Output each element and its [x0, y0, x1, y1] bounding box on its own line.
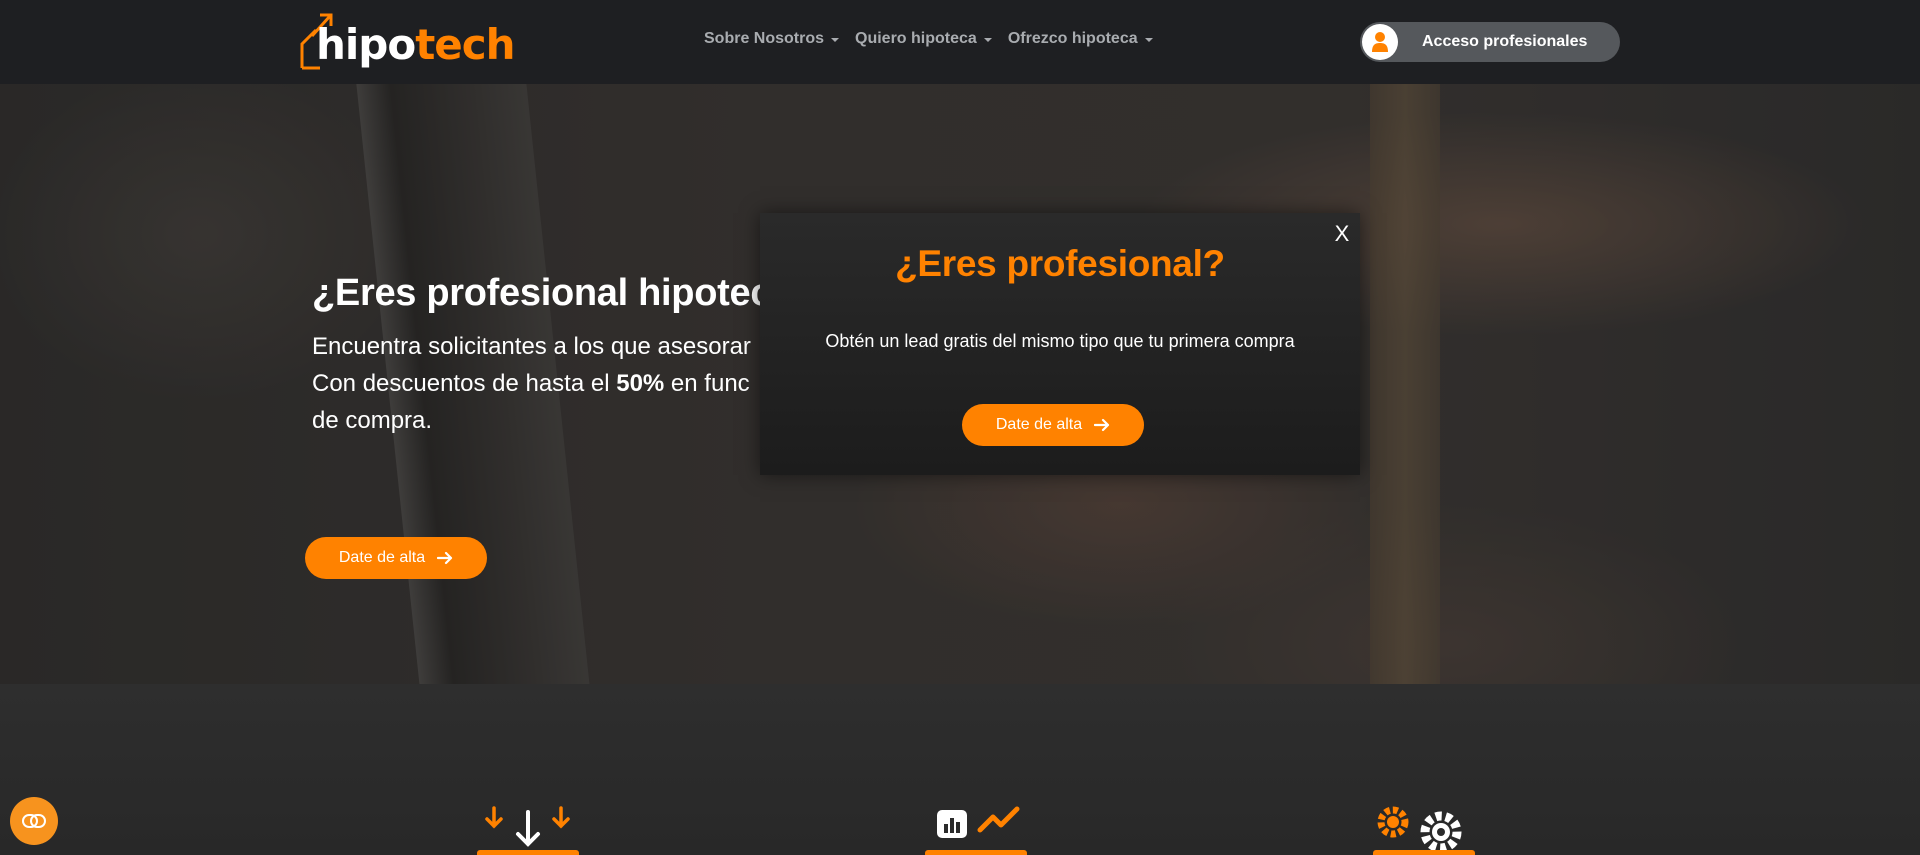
caret-down-icon [983, 37, 992, 42]
caret-down-icon [831, 37, 840, 42]
download-arrows-icon [485, 806, 570, 847]
hero-title: ¿Eres profesional hipotec [312, 272, 772, 314]
logo-text: hipotech [316, 20, 516, 69]
arrow-right-icon [437, 551, 453, 565]
nav-sobre-nosotros[interactable]: Sobre Nosotros [704, 30, 840, 48]
modal-date-de-alta-button[interactable]: Date de alta [962, 404, 1144, 446]
feature-download [477, 804, 579, 855]
feature-chart [925, 804, 1027, 855]
acceso-profesionales-label: Acceso profesionales [1422, 33, 1588, 50]
feature-gears [1373, 804, 1475, 855]
nav-quiero-hipoteca[interactable]: Quiero hipoteca [855, 30, 992, 48]
modal-title: ¿Eres profesional? [895, 243, 1225, 284]
modal-button-label: Date de alta [995, 416, 1083, 433]
logo-hipo: hipo [316, 20, 416, 69]
nav-ofrezco-hipoteca-label: Ofrezco hipoteca [1007, 30, 1138, 47]
feature-bar [1373, 850, 1475, 855]
hero-line-2-post: en func [664, 370, 750, 397]
hero-line-3: de compra. [312, 407, 433, 434]
navbar: hipotech Sobre Nosotros Quiero hipoteca … [0, 0, 1920, 84]
features-section [0, 684, 1920, 855]
avatar [1362, 24, 1398, 60]
feature-bar [477, 850, 579, 855]
caret-down-icon [1144, 37, 1153, 42]
chart-growth-icon [937, 806, 1020, 838]
logo[interactable]: hipotech [298, 10, 516, 72]
nav-quiero-hipoteca-label: Quiero hipoteca [855, 30, 977, 47]
feature-bar [925, 850, 1027, 855]
nav-ofrezco-hipoteca[interactable]: Ofrezco hipoteca [1008, 30, 1153, 48]
arrow-right-icon [1094, 418, 1110, 432]
chat-button[interactable] [10, 797, 58, 845]
hero-discount: 50% [616, 370, 665, 397]
close-icon[interactable]: X [1332, 223, 1352, 245]
hero-line-1: Encuentra solicitantes a los que asesora… [312, 333, 751, 360]
gears-icon [1377, 806, 1462, 853]
hero-date-de-alta-button[interactable]: Date de alta [305, 537, 487, 579]
logo-tech: tech [415, 20, 515, 69]
modal-text: Obtén un lead gratis del mismo tipo que … [825, 331, 1295, 351]
hero-line-2-pre: Con descuentos de hasta el [312, 370, 617, 397]
chat-icon [22, 814, 46, 828]
user-icon [1372, 32, 1388, 52]
promo-modal: X ¿Eres profesional? Obtén un lead grati… [760, 213, 1360, 475]
nav-sobre-nosotros-label: Sobre Nosotros [704, 30, 825, 47]
main-nav: Sobre Nosotros Quiero hipoteca Ofrezco h… [704, 30, 1153, 48]
hero-button-label: Date de alta [338, 549, 426, 566]
acceso-profesionales-button[interactable]: Acceso profesionales [1360, 22, 1620, 62]
